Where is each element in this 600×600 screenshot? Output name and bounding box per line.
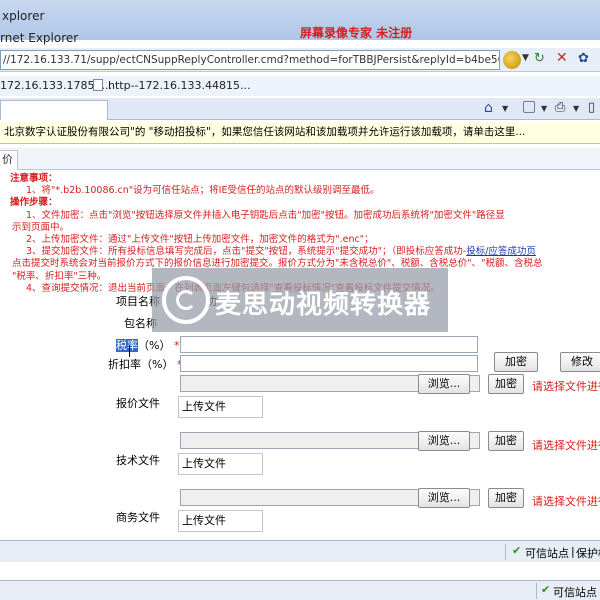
status-bar: ✔ 可信站点 | 保护模 [0, 540, 600, 562]
favorite-item-2[interactable]: http--172.16.133.44815... [108, 79, 250, 92]
address-bar: //172.16.133.71/supp/ectCNSuppReplyContr… [0, 48, 600, 72]
step-2: 2、上传加密文件：通过"上传文件"按钮上传加密文件，加密文件的格式为".enc"… [26, 234, 374, 246]
modify-button[interactable]: 修改 [560, 352, 600, 372]
success-page-link[interactable]: 投标/应答成功页 [466, 246, 536, 257]
stop-icon[interactable]: ✕ [556, 50, 568, 66]
encrypt-button[interactable]: 加密 [494, 352, 538, 372]
security-icon[interactable] [503, 51, 521, 69]
quote-browse-button[interactable]: 浏览... [418, 374, 470, 394]
tax-rate-label: 税率（%） * [116, 339, 180, 352]
address-dropdown-icon[interactable]: ▼ [522, 53, 529, 63]
step-1b: 示到页面中。 [12, 221, 70, 233]
discount-rate-label: 折扣率（%） * [108, 358, 182, 371]
status-bar-2: ✔ 可信站点 [0, 580, 600, 600]
business-file-label: 商务文件 [116, 511, 160, 524]
technical-upload-button[interactable]: 上传文件 [178, 453, 263, 475]
home-dropdown-icon[interactable]: ▼ [502, 104, 508, 113]
business-upload-button[interactable]: 上传文件 [178, 510, 263, 532]
print-dropdown-icon[interactable]: ▼ [573, 104, 579, 113]
refresh-icon[interactable]: ↻ [534, 51, 545, 66]
quote-hint: 请选择文件进行加 [532, 380, 600, 393]
address-input[interactable]: //172.16.133.71/supp/ectCNSuppReplyContr… [0, 50, 500, 70]
quote-file-label: 报价文件 [116, 397, 160, 410]
browser-title: rnet Explorer [0, 31, 79, 45]
page-icon [93, 79, 103, 91]
converter-watermark-text: 麦思动视频转换器 [215, 290, 432, 320]
quote-upload-button[interactable]: 上传文件 [178, 396, 263, 418]
tax-rate-input[interactable] [180, 336, 478, 353]
step-1a: 1、文件加密：点击"浏览"按钮选择原文件并插入电子钥匙后点击"加密"按钮。加密成… [26, 209, 505, 221]
tab-active[interactable] [0, 100, 108, 120]
feeds-icon[interactable] [523, 101, 535, 113]
search-provider-icon[interactable]: ✿ [578, 51, 589, 66]
window-title: xplorer [2, 9, 45, 23]
info-bar[interactable]: 北京数字认证股份有限公司"的 "移动招投标"，如果您信任该网站和该加载项并允许运… [0, 122, 600, 144]
trusted-check-icon: ✔ [512, 544, 522, 557]
converter-logo-inner [176, 290, 196, 310]
trusted-zone-text[interactable]: 可信站点 [525, 545, 569, 561]
recorder-watermark: 屏幕录像专家 未注册 [300, 26, 413, 40]
print-icon[interactable]: ⎙ [555, 100, 565, 115]
page-tab-strip: 价 [0, 148, 600, 170]
home-icon[interactable]: ⌂ [484, 100, 493, 116]
business-browse-button[interactable]: 浏览... [418, 488, 470, 508]
quote-encrypt-button[interactable]: 加密 [488, 374, 524, 394]
trusted-check-icon-2: ✔ [541, 583, 551, 596]
steps-heading: 操作步骤： [10, 197, 58, 209]
tab-bar: ⌂ ▼ ▼ ⎙ ▼ ▯ [0, 98, 600, 120]
discount-rate-input[interactable] [180, 355, 478, 372]
technical-hint: 请选择文件进行加 [532, 439, 600, 452]
tab-price[interactable]: 价 [0, 150, 18, 170]
page-menu-icon[interactable]: ▯ [588, 100, 595, 115]
tax-rate-selected-text: 税率 [116, 339, 138, 352]
protected-mode-text[interactable]: 保护模 [576, 545, 600, 561]
technical-browse-button[interactable]: 浏览... [418, 431, 470, 451]
note-1: 1、将"*.b2b.10086.cn"设为可信任站点；将IE受信任的站点的默认级… [26, 185, 380, 197]
trusted-zone-text-2[interactable]: 可信站点 [553, 584, 597, 600]
business-hint: 请选择文件进行加 [532, 495, 600, 508]
feeds-dropdown-icon[interactable]: ▼ [541, 104, 547, 113]
technical-file-label: 技术文件 [116, 454, 160, 467]
step-3a: 3、提交加密文件：所有投标信息填写完成后，点击"提交"按钮，系统提示"提交成功"… [26, 246, 536, 258]
business-encrypt-button[interactable]: 加密 [488, 488, 524, 508]
notes-heading: 注意事项： [10, 173, 58, 184]
favorites-bar: 172.16.133.17852... http--172.16.133.448… [0, 76, 600, 96]
technical-encrypt-button[interactable]: 加密 [488, 431, 524, 451]
